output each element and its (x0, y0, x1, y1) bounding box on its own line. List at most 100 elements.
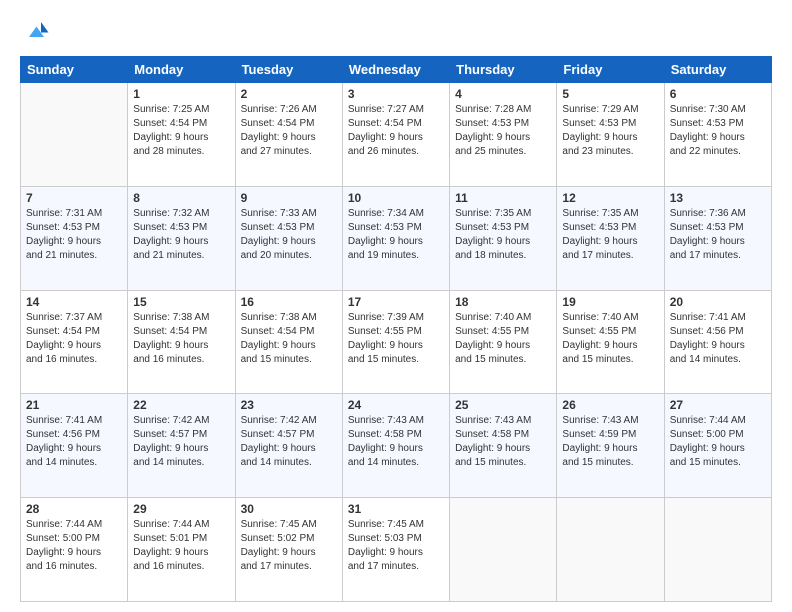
day-info: Sunrise: 7:45 AM Sunset: 5:02 PM Dayligh… (241, 518, 337, 574)
week-row-0: 1 Sunrise: 7:25 AM Sunset: 4:54 PM Daylig… (21, 83, 772, 187)
day-cell: 21 Sunrise: 7:41 AM Sunset: 4:56 PM Dayli… (21, 394, 128, 498)
day-info: Sunrise: 7:42 AM Sunset: 4:57 PM Dayligh… (241, 414, 337, 470)
day-info: Sunrise: 7:44 AM Sunset: 5:01 PM Dayligh… (133, 518, 229, 574)
day-cell: 22 Sunrise: 7:42 AM Sunset: 4:57 PM Dayli… (128, 394, 235, 498)
day-cell: 4 Sunrise: 7:28 AM Sunset: 4:53 PM Daylig… (450, 83, 557, 187)
day-cell: 25Sunrise: 7:43 AM Sunset: 4:58 PM Dayli… (450, 394, 557, 498)
day-header-saturday: Saturday (664, 57, 771, 83)
week-row-4: 28Sunrise: 7:44 AM Sunset: 5:00 PM Dayli… (21, 498, 772, 602)
day-number: 14 (26, 295, 122, 309)
day-info: Sunrise: 7:26 AM Sunset: 4:54 PM Dayligh… (241, 103, 337, 159)
day-cell: 10 Sunrise: 7:34 AM Sunset: 4:53 PM Dayli… (342, 186, 449, 290)
day-header-monday: Monday (128, 57, 235, 83)
day-info: Sunrise: 7:43 AM Sunset: 4:59 PM Dayligh… (562, 414, 658, 470)
day-info: Sunrise: 7:41 AM Sunset: 4:56 PM Dayligh… (26, 414, 122, 470)
day-cell: 31 Sunrise: 7:45 AM Sunset: 5:03 PM Dayli… (342, 498, 449, 602)
day-number: 12 (562, 191, 658, 205)
day-number: 17 (348, 295, 444, 309)
day-cell: 9 Sunrise: 7:33 AM Sunset: 4:53 PM Daylig… (235, 186, 342, 290)
day-number: 31 (348, 502, 444, 516)
day-number: 1 (133, 87, 229, 101)
day-info: Sunrise: 7:35 AM Sunset: 4:53 PM Dayligh… (562, 207, 658, 263)
day-info: Sunrise: 7:40 AM Sunset: 4:55 PM Dayligh… (455, 311, 551, 367)
day-number: 6 (670, 87, 766, 101)
header (20, 16, 772, 46)
day-cell: 7 Sunrise: 7:31 AM Sunset: 4:53 PM Daylig… (21, 186, 128, 290)
day-number: 27 (670, 398, 766, 412)
day-info: Sunrise: 7:27 AM Sunset: 4:54 PM Dayligh… (348, 103, 444, 159)
day-info: Sunrise: 7:30 AM Sunset: 4:53 PM Dayligh… (670, 103, 766, 159)
logo (20, 16, 54, 46)
day-info: Sunrise: 7:25 AM Sunset: 4:54 PM Dayligh… (133, 103, 229, 159)
day-cell: 28Sunrise: 7:44 AM Sunset: 5:00 PM Dayli… (21, 498, 128, 602)
day-info: Sunrise: 7:45 AM Sunset: 5:03 PM Dayligh… (348, 518, 444, 574)
day-info: Sunrise: 7:31 AM Sunset: 4:53 PM Dayligh… (26, 207, 122, 263)
day-cell: 29 Sunrise: 7:44 AM Sunset: 5:01 PM Dayli… (128, 498, 235, 602)
day-cell: 24Sunrise: 7:43 AM Sunset: 4:58 PM Dayli… (342, 394, 449, 498)
day-header-friday: Friday (557, 57, 664, 83)
day-number: 21 (26, 398, 122, 412)
week-row-3: 21 Sunrise: 7:41 AM Sunset: 4:56 PM Dayli… (21, 394, 772, 498)
day-number: 26 (562, 398, 658, 412)
day-cell: 2 Sunrise: 7:26 AM Sunset: 4:54 PM Daylig… (235, 83, 342, 187)
day-header-tuesday: Tuesday (235, 57, 342, 83)
day-number: 7 (26, 191, 122, 205)
day-number: 15 (133, 295, 229, 309)
day-header-sunday: Sunday (21, 57, 128, 83)
day-number: 22 (133, 398, 229, 412)
day-number: 11 (455, 191, 551, 205)
day-number: 10 (348, 191, 444, 205)
calendar: SundayMondayTuesdayWednesdayThursdayFrid… (20, 56, 772, 602)
logo-icon (20, 16, 50, 46)
day-number: 4 (455, 87, 551, 101)
day-number: 9 (241, 191, 337, 205)
day-cell: 16 Sunrise: 7:38 AM Sunset: 4:54 PM Dayli… (235, 290, 342, 394)
day-cell: 26 Sunrise: 7:43 AM Sunset: 4:59 PM Dayli… (557, 394, 664, 498)
day-cell: 11 Sunrise: 7:35 AM Sunset: 4:53 PM Dayli… (450, 186, 557, 290)
day-info: Sunrise: 7:38 AM Sunset: 4:54 PM Dayligh… (133, 311, 229, 367)
day-cell: 15 Sunrise: 7:38 AM Sunset: 4:54 PM Dayli… (128, 290, 235, 394)
day-cell: 20Sunrise: 7:41 AM Sunset: 4:56 PM Dayli… (664, 290, 771, 394)
day-number: 5 (562, 87, 658, 101)
day-info: Sunrise: 7:38 AM Sunset: 4:54 PM Dayligh… (241, 311, 337, 367)
page: SundayMondayTuesdayWednesdayThursdayFrid… (0, 0, 792, 612)
day-header-thursday: Thursday (450, 57, 557, 83)
day-number: 23 (241, 398, 337, 412)
day-info: Sunrise: 7:44 AM Sunset: 5:00 PM Dayligh… (670, 414, 766, 470)
day-cell (557, 498, 664, 602)
day-info: Sunrise: 7:28 AM Sunset: 4:53 PM Dayligh… (455, 103, 551, 159)
day-number: 2 (241, 87, 337, 101)
day-cell (664, 498, 771, 602)
day-number: 24 (348, 398, 444, 412)
header-row: SundayMondayTuesdayWednesdayThursdayFrid… (21, 57, 772, 83)
day-cell: 27 Sunrise: 7:44 AM Sunset: 5:00 PM Dayli… (664, 394, 771, 498)
day-info: Sunrise: 7:33 AM Sunset: 4:53 PM Dayligh… (241, 207, 337, 263)
day-number: 30 (241, 502, 337, 516)
day-number: 19 (562, 295, 658, 309)
day-cell (21, 83, 128, 187)
day-number: 18 (455, 295, 551, 309)
day-info: Sunrise: 7:40 AM Sunset: 4:55 PM Dayligh… (562, 311, 658, 367)
day-info: Sunrise: 7:35 AM Sunset: 4:53 PM Dayligh… (455, 207, 551, 263)
day-number: 25 (455, 398, 551, 412)
day-info: Sunrise: 7:44 AM Sunset: 5:00 PM Dayligh… (26, 518, 122, 574)
day-cell: 14 Sunrise: 7:37 AM Sunset: 4:54 PM Dayli… (21, 290, 128, 394)
day-number: 3 (348, 87, 444, 101)
day-info: Sunrise: 7:41 AM Sunset: 4:56 PM Dayligh… (670, 311, 766, 367)
week-row-2: 14 Sunrise: 7:37 AM Sunset: 4:54 PM Dayli… (21, 290, 772, 394)
day-info: Sunrise: 7:36 AM Sunset: 4:53 PM Dayligh… (670, 207, 766, 263)
day-cell: 5 Sunrise: 7:29 AM Sunset: 4:53 PM Daylig… (557, 83, 664, 187)
day-number: 8 (133, 191, 229, 205)
day-cell: 13Sunrise: 7:36 AM Sunset: 4:53 PM Dayli… (664, 186, 771, 290)
day-info: Sunrise: 7:42 AM Sunset: 4:57 PM Dayligh… (133, 414, 229, 470)
day-info: Sunrise: 7:29 AM Sunset: 4:53 PM Dayligh… (562, 103, 658, 159)
day-cell: 30 Sunrise: 7:45 AM Sunset: 5:02 PM Dayli… (235, 498, 342, 602)
day-cell: 6 Sunrise: 7:30 AM Sunset: 4:53 PM Daylig… (664, 83, 771, 187)
day-cell: 19 Sunrise: 7:40 AM Sunset: 4:55 PM Dayli… (557, 290, 664, 394)
day-info: Sunrise: 7:37 AM Sunset: 4:54 PM Dayligh… (26, 311, 122, 367)
day-cell: 8Sunrise: 7:32 AM Sunset: 4:53 PM Daylig… (128, 186, 235, 290)
day-number: 16 (241, 295, 337, 309)
day-number: 29 (133, 502, 229, 516)
day-info: Sunrise: 7:34 AM Sunset: 4:53 PM Dayligh… (348, 207, 444, 263)
day-info: Sunrise: 7:39 AM Sunset: 4:55 PM Dayligh… (348, 311, 444, 367)
